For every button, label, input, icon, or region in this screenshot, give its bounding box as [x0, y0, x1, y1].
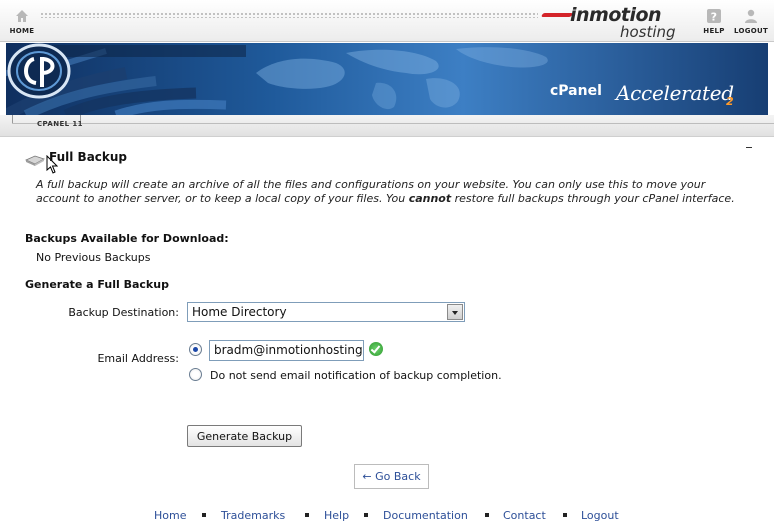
generate-backup-heading: Generate a Full Backup — [25, 278, 169, 291]
footer-link-logout[interactable]: Logout — [581, 509, 619, 522]
footer-separator — [485, 513, 489, 517]
cpanel-wordmark: cPanel — [550, 83, 602, 99]
email-notify-radio[interactable] — [189, 343, 202, 356]
email-address-input[interactable]: bradm@inmotionhosting.c — [209, 340, 364, 361]
footer-separator — [563, 513, 567, 517]
inmotion-hosting-logo: inmotion hosting — [540, 4, 690, 41]
backup-destination-select[interactable]: Home Directory — [187, 302, 465, 322]
logout-nav-label: LOGOUT — [734, 27, 769, 35]
strip-divider — [12, 115, 13, 123]
header-dotted-rule — [40, 12, 538, 18]
help-nav-label: HELP — [703, 27, 725, 35]
footer-separator — [305, 513, 309, 517]
generate-backup-button[interactable]: Generate Backup — [187, 425, 302, 447]
go-back-link[interactable]: ← Go Back — [354, 464, 429, 489]
page-description: A full backup will create an archive of … — [36, 178, 741, 206]
description-text-end: restore full backups through your cPanel… — [451, 192, 735, 205]
backups-available-heading: Backups Available for Download: — [25, 232, 229, 245]
help-nav-link[interactable]: ? HELP — [700, 8, 728, 35]
cpanel-logo-icon — [7, 43, 71, 99]
backups-available-value: No Previous Backups — [36, 251, 151, 264]
logo-text-hosting: hosting — [620, 23, 676, 41]
backup-destination-label: Backup Destination: — [68, 306, 179, 319]
version-strip: CPANEL 11 — [0, 115, 774, 137]
footer-link-home[interactable]: Home — [154, 509, 186, 522]
logout-nav-link[interactable]: LOGOUT — [734, 8, 768, 35]
decorative-dash — [746, 147, 752, 148]
footer-nav: Home Trademarks Help Documentation Conta… — [0, 505, 774, 524]
footer-link-contact[interactable]: Contact — [503, 509, 546, 522]
help-icon: ? — [707, 9, 721, 24]
hard-disk-icon — [25, 155, 45, 166]
valid-check-icon — [369, 342, 383, 356]
strip-rule — [12, 123, 774, 124]
home-nav-link[interactable]: HOME — [8, 8, 36, 35]
chevron-down-icon[interactable] — [447, 304, 463, 320]
backup-destination-value: Home Directory — [192, 305, 287, 319]
footer-link-documentation[interactable]: Documentation — [383, 509, 468, 522]
user-icon — [745, 9, 757, 23]
accelerated-wordmark: Accelerated — [616, 81, 734, 105]
accelerated-version-mark: 2 — [726, 95, 734, 108]
home-nav-label: HOME — [9, 27, 35, 35]
footer-link-help[interactable]: Help — [324, 509, 349, 522]
no-email-label[interactable]: Do not send email notification of backup… — [210, 369, 502, 382]
logo-swoosh — [540, 13, 574, 17]
description-emphasis: cannot — [408, 192, 452, 205]
footer-link-trademarks[interactable]: Trademarks — [221, 509, 285, 522]
no-email-radio[interactable] — [189, 368, 202, 381]
cpanel-banner: cPanel Accelerated 2 — [6, 43, 768, 115]
page-title: Full Backup — [49, 150, 128, 164]
svg-text:?: ? — [711, 11, 718, 24]
cpanel-version-label: CPANEL 11 — [37, 120, 83, 128]
top-header-bar: HOME inmotion hosting ? HELP LOGOUT — [0, 0, 774, 42]
footer-separator — [202, 513, 206, 517]
home-icon — [16, 10, 28, 22]
footer-separator — [364, 513, 368, 517]
email-address-label: Email Address: — [97, 352, 179, 365]
